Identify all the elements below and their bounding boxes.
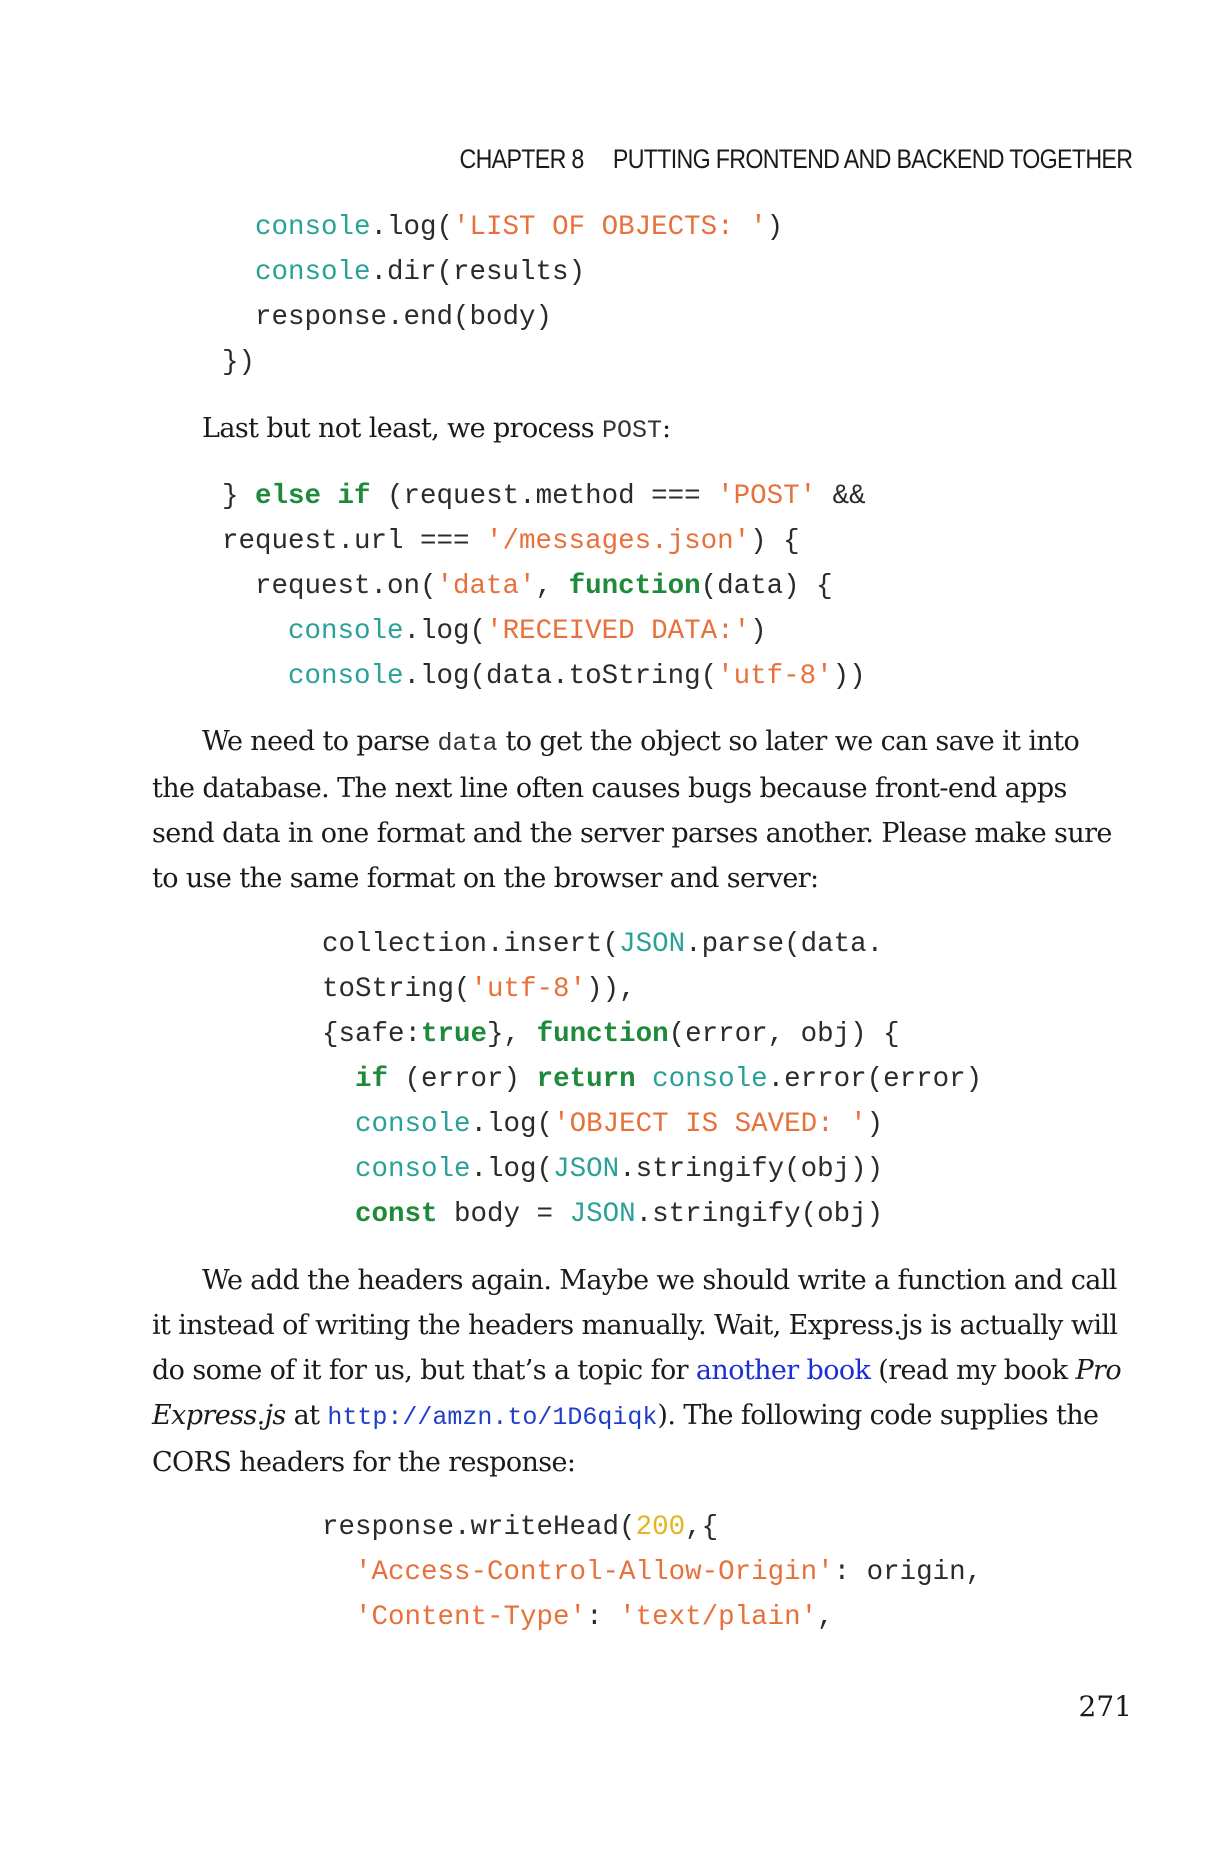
page-number: 271 — [1078, 1690, 1132, 1723]
running-header: CHAPTER 8 PUTTING FRONTEND AND BACKEND TO… — [459, 144, 1132, 175]
paragraph-2: We need to parse data to get the object … — [152, 726, 1112, 894]
code-block-1: console.log('LIST OF OBJECTS: ') console… — [222, 212, 784, 378]
code-block-4: response.writeHead(200,{ 'Access-Control… — [322, 1512, 983, 1633]
paragraph-1: Last but not least, we process POST: — [202, 413, 671, 445]
code-block-3: collection.insert(JSON.parse(data. toStr… — [322, 929, 983, 1230]
inline-code-data: data — [437, 729, 498, 758]
inline-code-post: POST — [602, 416, 663, 445]
amzn-url-link[interactable]: http://amzn.to/1D6qiqk — [327, 1403, 657, 1432]
code-block-2: } else if (request.method === 'POST' && … — [222, 481, 866, 692]
chapter-title: PUTTING FRONTEND AND BACKEND TOGETHER — [612, 144, 1133, 174]
book-page: CHAPTER 8 PUTTING FRONTEND AND BACKEND TO… — [0, 0, 1220, 1850]
paragraph-3: We add the headers again. Maybe we shoul… — [152, 1265, 1122, 1478]
another-book-link[interactable]: another book — [696, 1355, 871, 1386]
chapter-label: CHAPTER 8 — [459, 144, 584, 174]
